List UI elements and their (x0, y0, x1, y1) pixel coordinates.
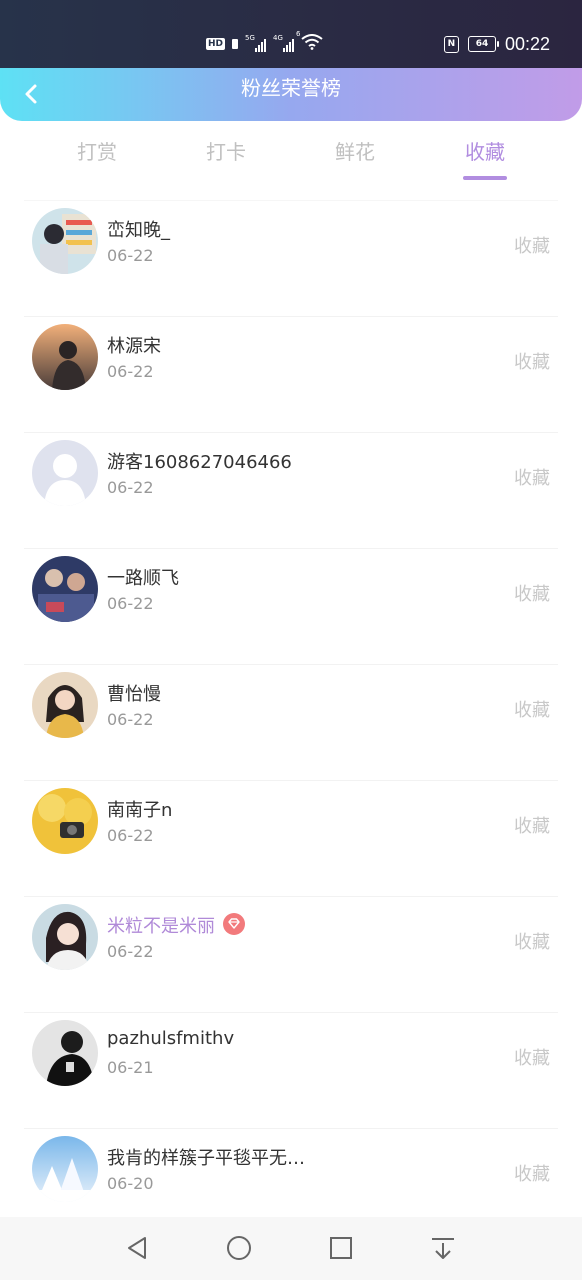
nfc-icon: N (443, 35, 459, 53)
wifi-icon: 6 (296, 30, 323, 54)
fan-date: 06-22 (107, 246, 154, 265)
avatar (32, 556, 98, 622)
fan-date: 06-22 (107, 710, 154, 729)
list-item[interactable]: 林源宋 06-22 收藏 (24, 316, 558, 432)
fan-name: 南南子n (107, 800, 173, 821)
sim-icon (232, 39, 239, 49)
hd-voice-icon: HD (206, 38, 226, 50)
signal-5g-icon: 5G (245, 34, 267, 52)
favorite-label: 收藏 (514, 352, 550, 373)
favorite-label: 收藏 (514, 816, 550, 837)
avatar (32, 1136, 98, 1202)
fan-date: 06-22 (107, 594, 154, 613)
avatar (32, 440, 98, 506)
favorite-label: 收藏 (514, 584, 550, 605)
fan-name: 林源宋 (107, 336, 161, 357)
fan-name: 米粒不是米丽 (107, 912, 245, 938)
list-item[interactable]: pazhulsfmithv 06-21 收藏 (24, 1012, 558, 1128)
fan-list: 峦知晚_ 06-22 收藏 林源宋 06-22 收藏 游客16086270464… (0, 200, 582, 1244)
active-tab-indicator (463, 176, 507, 180)
avatar (32, 324, 98, 390)
favorite-label: 收藏 (514, 700, 550, 721)
avatar (32, 208, 98, 274)
favorite-label: 收藏 (514, 468, 550, 489)
fan-date: 06-22 (107, 826, 154, 845)
system-status-bar: HD 5G 4G 6 N 64 00:22 (0, 0, 582, 72)
fan-date: 06-22 (107, 478, 154, 497)
list-item[interactable]: 米粒不是米丽 06-22 收藏 (24, 896, 558, 1012)
recents-square-icon (330, 1237, 352, 1259)
list-item[interactable]: 峦知晚_ 06-22 收藏 (24, 200, 558, 316)
vip-diamond-icon (223, 913, 245, 935)
fan-name: 曹怡慢 (107, 684, 161, 705)
favorite-label: 收藏 (514, 1164, 550, 1185)
fan-name: 我肯的样簇子平毯平无… (107, 1148, 305, 1169)
fan-name: 一路顺飞 (107, 568, 179, 589)
home-circle-icon (227, 1236, 251, 1260)
tab-favorites[interactable]: 收藏 (445, 136, 525, 180)
nav-recents-button[interactable] (326, 1233, 356, 1263)
nav-notification-button[interactable] (428, 1233, 458, 1263)
fan-name: pazhulsfmithv (107, 1028, 235, 1049)
list-item[interactable]: 南南子n 06-22 收藏 (24, 780, 558, 896)
favorite-label: 收藏 (514, 236, 550, 257)
signal-4g-icon: 4G (273, 34, 295, 52)
status-right-group: N 64 00:22 (443, 33, 550, 55)
list-item[interactable]: 曹怡慢 06-22 收藏 (24, 664, 558, 780)
fan-name: 峦知晚_ (107, 220, 170, 241)
status-network-group: HD 5G 4G 6 (206, 30, 323, 55)
avatar (32, 1020, 98, 1086)
favorite-label: 收藏 (514, 1048, 550, 1069)
nav-back-button[interactable] (123, 1233, 153, 1263)
tab-flowers[interactable]: 鲜花 (315, 136, 395, 165)
fan-date: 06-21 (107, 1058, 154, 1077)
avatar (32, 904, 98, 970)
notification-pull-down-icon (432, 1238, 454, 1259)
system-navigation-bar (0, 1217, 582, 1280)
favorite-label: 收藏 (514, 932, 550, 953)
avatar (32, 788, 98, 854)
tab-reward[interactable]: 打赏 (57, 136, 137, 165)
fan-name: 游客1608627046466 (107, 452, 292, 473)
fan-date: 06-22 (107, 942, 154, 961)
tab-checkin[interactable]: 打卡 (186, 136, 266, 165)
status-time: 00:22 (504, 33, 550, 54)
back-triangle-icon (128, 1237, 146, 1259)
category-tabs: 打赏 打卡 鲜花 收藏 (0, 122, 582, 184)
fan-date: 06-20 (107, 1174, 154, 1193)
list-item[interactable]: 游客1608627046466 06-22 收藏 (24, 432, 558, 548)
page-title: 粉丝荣誉榜 (241, 76, 341, 100)
avatar (32, 672, 98, 738)
nav-home-button[interactable] (224, 1233, 254, 1263)
list-item[interactable]: 一路顺飞 06-22 收藏 (24, 548, 558, 664)
app-header: 粉丝荣誉榜 (0, 68, 582, 121)
battery-icon: 64 (467, 36, 499, 52)
fan-date: 06-22 (107, 362, 154, 381)
